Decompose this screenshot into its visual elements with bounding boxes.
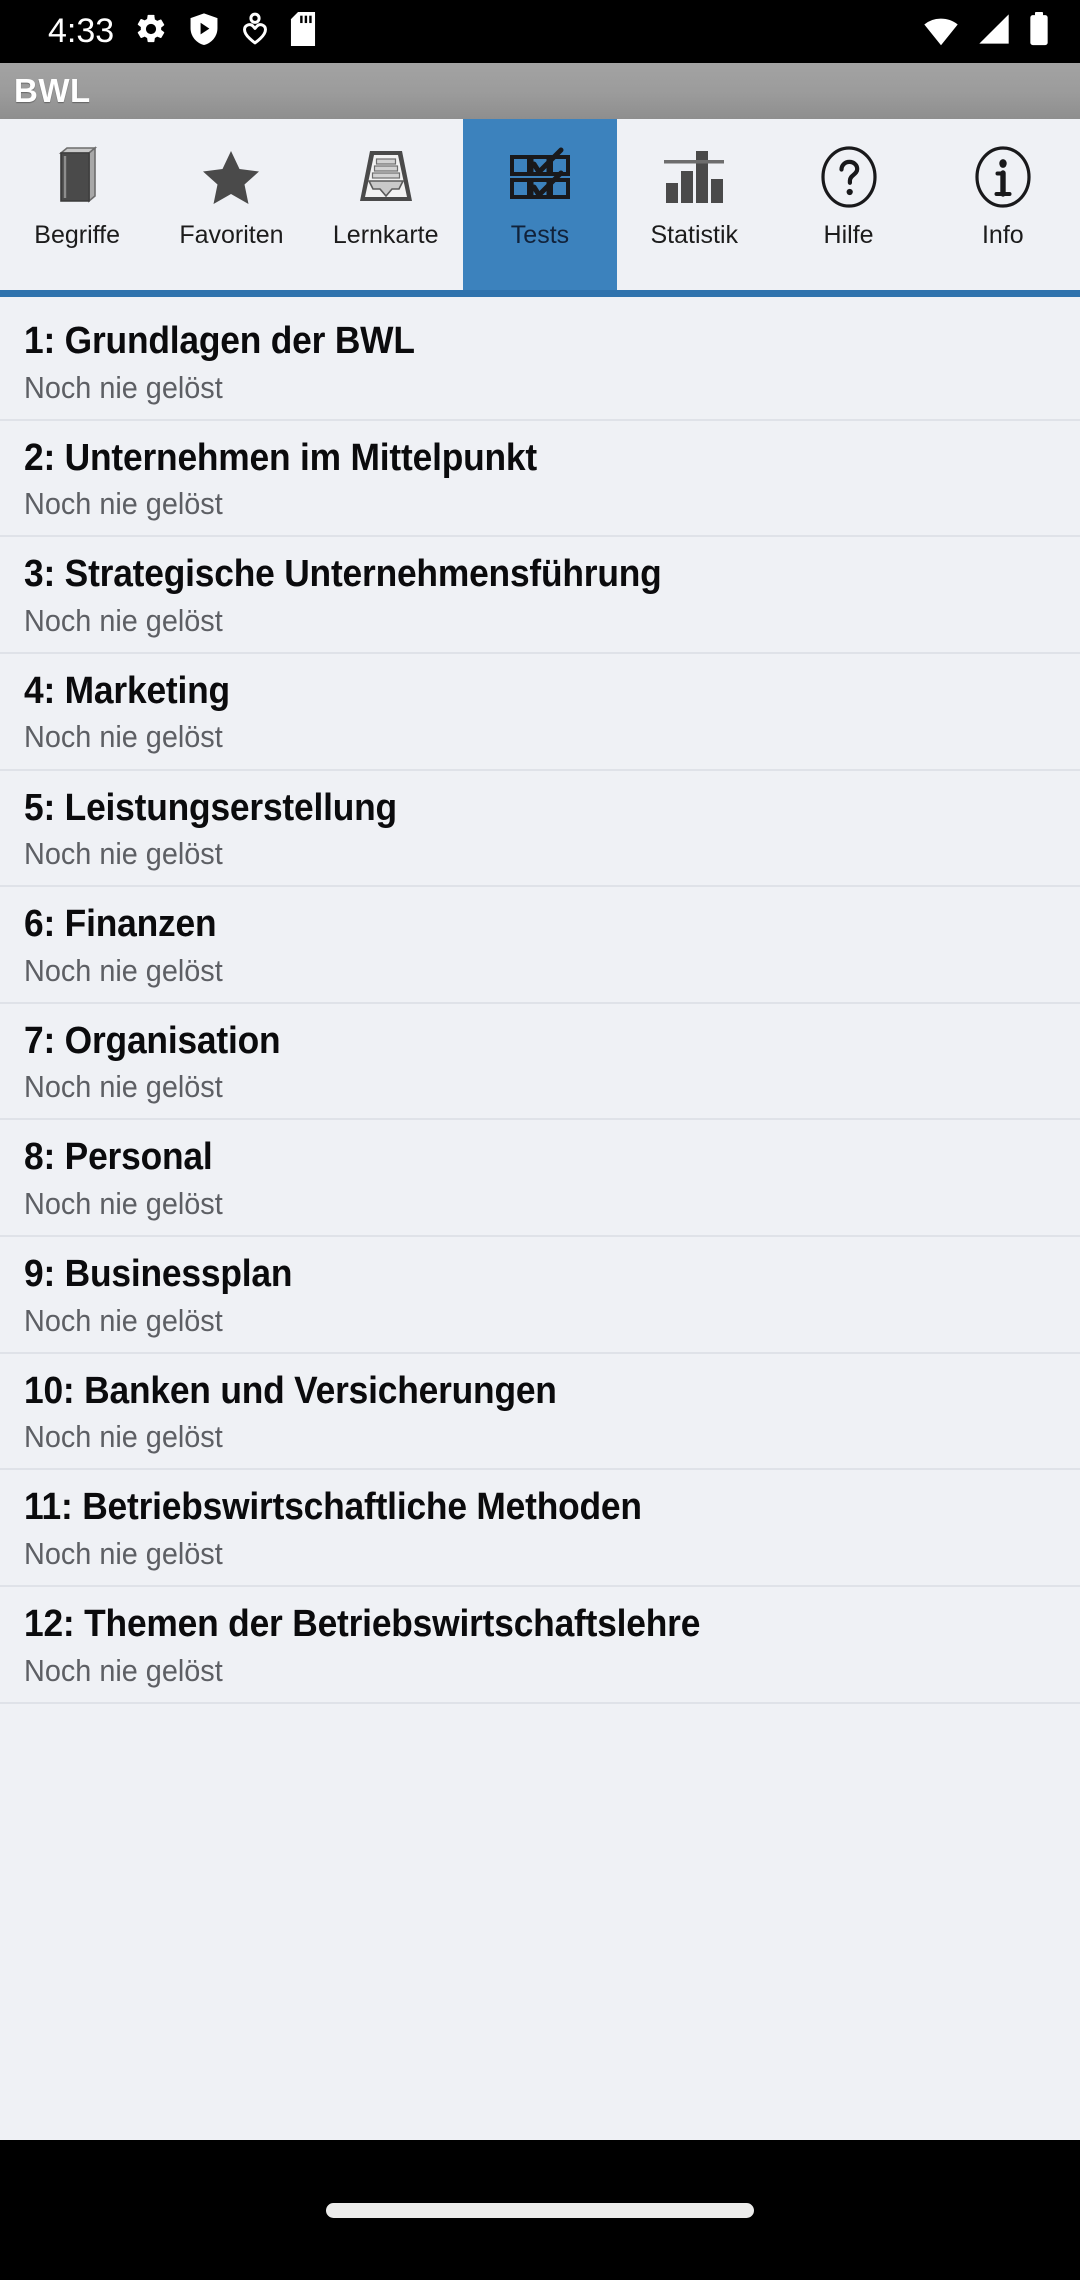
question-circle-icon: [771, 135, 925, 219]
list-item-status: Noch nie gelöst: [24, 1069, 223, 1105]
tab-label-statistik: Statistik: [650, 221, 739, 249]
bar-chart-icon: [617, 135, 771, 219]
tab-lernkarte[interactable]: Lernkarte: [308, 119, 463, 290]
test-chapter-list[interactable]: 1: Grundlagen der BWL Noch nie gelöst 2:…: [0, 304, 1080, 2140]
list-item[interactable]: 5: Leistungserstellung Noch nie gelöst: [0, 770, 1080, 888]
list-item-status: Noch nie gelöst: [24, 1535, 223, 1571]
list-item-status: Noch nie gelöst: [24, 836, 223, 872]
book-icon: [0, 135, 154, 219]
home-indicator-pill[interactable]: [326, 2202, 754, 2218]
app-title-bar: BWL: [0, 63, 1080, 119]
list-item-title: 11: Betriebswirtschaftliche Methoden: [24, 1486, 642, 1529]
battery-icon: [1028, 12, 1050, 51]
tab-label-lernkarte: Lernkarte: [332, 221, 439, 249]
list-item-title: 3: Strategische Unternehmensführung: [24, 553, 662, 596]
list-item-status: Noch nie gelöst: [24, 486, 223, 522]
list-item[interactable]: 2: Unternehmen im Mittelpunkt Noch nie g…: [0, 420, 1080, 538]
list-item-status: Noch nie gelöst: [24, 952, 223, 988]
sd-card-icon: [290, 12, 316, 51]
status-bar-left: 4:33: [48, 12, 316, 51]
list-item[interactable]: 12: Themen der Betriebswirtschaftslehre …: [0, 1587, 1080, 1704]
list-item-title: 12: Themen der Betriebswirtschaftslehre: [24, 1603, 701, 1646]
tab-favoriten[interactable]: Favoriten: [154, 119, 309, 290]
star-icon: [154, 135, 308, 219]
card-tray-icon: [309, 135, 463, 219]
list-item-status: Noch nie gelöst: [24, 1186, 223, 1222]
phone-screen: 4:33 BWL Begriffe Favoriten Lernkarte Te…: [0, 0, 1080, 2280]
list-item-title: 10: Banken und Versicherungen: [24, 1369, 557, 1412]
status-bar-right: [922, 12, 1050, 51]
list-item[interactable]: 1: Grundlagen der BWL Noch nie gelöst: [0, 304, 1080, 421]
list-item[interactable]: 4: Marketing Noch nie gelöst: [0, 653, 1080, 771]
list-item-title: 2: Unternehmen im Mittelpunkt: [24, 436, 537, 479]
list-item-title: 6: Finanzen: [24, 903, 217, 946]
list-item[interactable]: 7: Organisation Noch nie gelöst: [0, 1003, 1080, 1121]
settings-gear-icon: [134, 12, 168, 51]
person-heart-icon: [240, 12, 270, 51]
list-item-title: 7: Organisation: [24, 1019, 281, 1062]
tab-info[interactable]: Info: [925, 119, 1080, 290]
list-item[interactable]: 3: Strategische Unternehmensführung Noch…: [0, 537, 1080, 654]
system-navigation-bar: [0, 2140, 1080, 2280]
page-title: BWL: [14, 72, 91, 109]
info-circle-icon: [926, 135, 1080, 219]
list-bottom-padding: [0, 1703, 1080, 1734]
list-item-title: 4: Marketing: [24, 669, 230, 712]
tab-label-favoriten: Favoriten: [179, 221, 284, 249]
list-item-status: Noch nie gelöst: [24, 1652, 223, 1688]
tab-label-hilfe: Hilfe: [823, 221, 874, 249]
list-item-status: Noch nie gelöst: [24, 1302, 223, 1338]
tab-label-begriffe: Begriffe: [34, 221, 120, 249]
list-item-status: Noch nie gelöst: [24, 1419, 223, 1455]
checkbox-grid-icon: [463, 135, 617, 219]
status-bar: 4:33: [0, 0, 1080, 63]
tab-bar: Begriffe Favoriten Lernkarte Tests Stati…: [0, 119, 1080, 297]
tab-statistik[interactable]: Statistik: [617, 119, 772, 290]
tab-label-tests: Tests: [510, 221, 570, 249]
list-item[interactable]: 6: Finanzen Noch nie gelöst: [0, 887, 1080, 1004]
list-item-status: Noch nie gelöst: [24, 719, 223, 755]
tab-label-info: Info: [981, 221, 1024, 249]
list-item[interactable]: 10: Banken und Versicherungen Noch nie g…: [0, 1353, 1080, 1471]
status-clock: 4:33: [48, 12, 115, 50]
tab-hilfe[interactable]: Hilfe: [771, 119, 926, 290]
wifi-icon: [922, 12, 960, 51]
tab-begriffe[interactable]: Begriffe: [0, 119, 155, 290]
list-item[interactable]: 9: Businessplan Noch nie gelöst: [0, 1237, 1080, 1354]
cellular-signal-icon: [976, 12, 1012, 51]
list-item-title: 1: Grundlagen der BWL: [24, 320, 415, 362]
play-protect-shield-icon: [188, 12, 220, 51]
list-item[interactable]: 8: Personal Noch nie gelöst: [0, 1120, 1080, 1238]
list-item-status: Noch nie gelöst: [24, 602, 223, 638]
list-item[interactable]: 11: Betriebswirtschaftliche Methoden Noc…: [0, 1470, 1080, 1588]
list-item-title: 5: Leistungserstellung: [24, 786, 397, 829]
list-item-title: 9: Businessplan: [24, 1253, 293, 1296]
list-item-title: 8: Personal: [24, 1136, 213, 1179]
tab-tests[interactable]: Tests: [462, 119, 618, 290]
list-item-status: Noch nie gelöst: [24, 369, 223, 405]
